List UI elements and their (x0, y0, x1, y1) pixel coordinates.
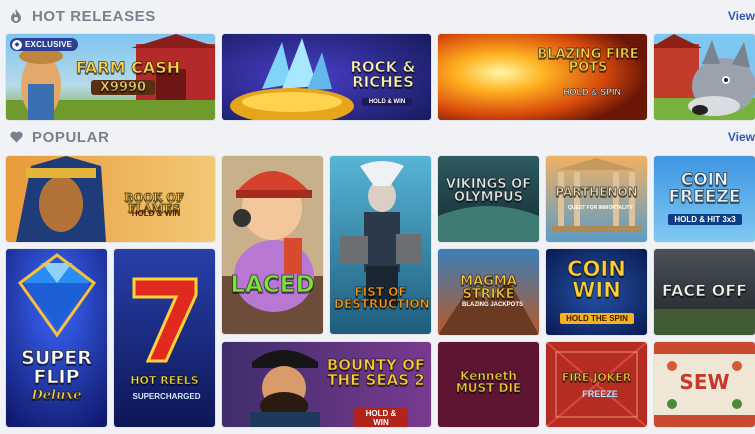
game-title: COIN FREEZE (668, 170, 741, 207)
game-tile-kenneth-must-die[interactable]: Kenneth MUST DIE (438, 342, 539, 427)
hot-releases-title: HOT RELEASES (32, 7, 156, 25)
game-tile-coin-freeze[interactable]: COIN FREEZE HOLD & HIT 3x3 (654, 156, 755, 242)
exclusive-badge: ◆ EXCLUSIVE (10, 38, 79, 51)
game-title: HOT REELS (130, 374, 199, 387)
game-subtitle: FREEZE (582, 389, 618, 399)
popular-view-link[interactable]: View (728, 127, 755, 147)
game-tile-sew[interactable]: SEW (654, 342, 755, 427)
game-title: PARTHENON (555, 185, 638, 199)
game-tile-farm-cash[interactable]: ◆ EXCLUSIVE FARM CASH x9990 (6, 34, 215, 120)
game-tile-blazing-fire-pots[interactable]: BLAZING FIRE POTS HOLD & SPIN (438, 34, 647, 120)
popular-header: POPULAR (8, 127, 110, 147)
game-subtitle: HOLD & HIT 3x3 (668, 214, 742, 225)
game-subtitle: SUPERCHARGED (132, 392, 201, 401)
game-subtitle: HOLD & WIN (362, 98, 412, 106)
game-tile-hot-reels[interactable]: HOT REELS SUPERCHARGED (114, 249, 215, 427)
game-multiplier: x9990 (91, 80, 155, 95)
game-title: COIN WIN (567, 257, 627, 302)
game-title: BLAZING FIRE POTS (537, 47, 639, 75)
game-tile-super-flip[interactable]: SUPER FLIP Deluxe (6, 249, 107, 427)
hot-releases-header: HOT RELEASES (8, 6, 156, 26)
game-title: SEW (679, 370, 730, 394)
game-tile-parthenon[interactable]: PARTHENON QUEST FOR IMMORTALITY (546, 156, 647, 242)
game-subtitle: BLAZING JACKPOTS (461, 302, 523, 308)
game-tile-rock-riches[interactable]: ROCK & RICHES HOLD & WIN (222, 34, 431, 120)
hot-releases-view-link[interactable]: View (728, 6, 755, 26)
heart-icon (8, 129, 24, 145)
game-title: VIKINGS OF OLYMPUS (445, 177, 532, 205)
game-tile-bounty-of-the-seas[interactable]: BOUNTY OF THE SEAS 2 HOLD & WIN (222, 342, 431, 427)
game-tile-fire-joker-freeze[interactable]: FIRE JOKER FREEZE (546, 342, 647, 427)
game-title: MAGMA STRIKE (460, 274, 518, 302)
game-title: SUPER FLIP (21, 347, 93, 388)
game-title: FACE OFF (661, 281, 748, 300)
game-tile-wolf[interactable] (654, 34, 755, 120)
game-title: ROCK & RICHES (350, 58, 416, 91)
game-title: FIST OF DESTRUCTION (334, 285, 431, 311)
game-tile-face-off[interactable]: FACE OFF (654, 249, 755, 335)
game-title: Kenneth MUST DIE (455, 369, 522, 395)
exclusive-icon: ◆ (12, 39, 22, 50)
popular-title: POPULAR (32, 128, 110, 146)
game-title: BOUNTY OF THE SEAS 2 (326, 356, 426, 389)
game-tile-laced[interactable]: LACED (222, 156, 323, 334)
game-subtitle: HOLD & SPIN (562, 87, 621, 97)
game-tile-magma-strike[interactable]: MAGMA STRIKE BLAZING JACKPOTS (438, 249, 539, 335)
game-tile-book-of-flames[interactable]: BOOK OF FLAMES HOLD & WIN (6, 156, 215, 242)
game-title: FARM CASH (75, 58, 181, 77)
flame-icon (8, 8, 24, 24)
game-tile-coin-win[interactable]: COIN WIN HOLD THE SPIN (546, 249, 647, 335)
game-title: FIRE JOKER (561, 371, 632, 384)
game-tile-fist-of-destruction[interactable]: FIST OF DESTRUCTION (330, 156, 431, 334)
game-subtitle: HOLD THE SPIN (560, 313, 634, 324)
game-subtitle: HOLD & WIN (131, 209, 181, 218)
game-tile-vikings-of-olympus[interactable]: VIKINGS OF OLYMPUS (438, 156, 539, 242)
game-subtitle: QUEST FOR IMMORTALITY (568, 205, 633, 211)
game-title: LACED (230, 272, 315, 298)
game-title-deluxe: Deluxe (31, 388, 82, 403)
game-subtitle: HOLD & WIN (354, 408, 408, 427)
